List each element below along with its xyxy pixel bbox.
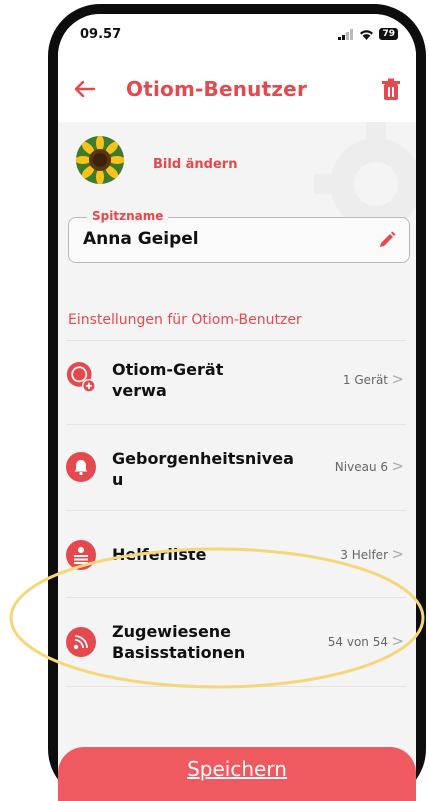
nickname-input[interactable]	[83, 229, 363, 249]
content-area: Bild ändern Spitzname Einstellungen für …	[58, 122, 416, 801]
nickname-label: Spitzname	[87, 209, 169, 223]
chevron-right-icon: >	[391, 457, 404, 475]
settings-item-label-line2: Basisstationen	[112, 643, 246, 662]
chevron-right-icon: >	[391, 370, 404, 388]
base-station-icon	[66, 627, 96, 657]
bell-icon	[66, 452, 96, 482]
settings-item-base-stations[interactable]: Zugewiesene Basisstationen 54 von 54 >	[66, 597, 406, 687]
signal-icon	[338, 28, 354, 40]
status-time: 09.57	[80, 27, 122, 42]
settings-list: Otiom-Gerät verwa 1 Gerät > Geborgenheit…	[58, 340, 416, 687]
status-bar: 09.57 79	[58, 14, 416, 58]
settings-item-label: Helferliste	[112, 544, 317, 565]
status-icons: 79	[338, 28, 398, 40]
battery-indicator: 79	[379, 28, 398, 40]
app-screen: 09.57 79 Otiom-Benutzer Bild ändern Spit…	[58, 14, 416, 801]
settings-section-title: Einstellungen für Otiom-Benutzer	[68, 312, 302, 328]
settings-item-helpers[interactable]: Helferliste 3 Helfer >	[66, 510, 406, 597]
save-button[interactable]: Speichern	[58, 747, 416, 801]
settings-item-security-level[interactable]: Geborgenheitsnivea u Niveau 6 >	[66, 424, 406, 510]
pencil-icon[interactable]	[377, 230, 397, 250]
nickname-field[interactable]: Spitzname	[68, 209, 410, 263]
settings-item-label-line1: Otiom-Gerät	[112, 360, 224, 379]
chevron-right-icon: >	[391, 632, 404, 650]
settings-item-label-line1: Zugewiesene	[112, 622, 232, 641]
settings-item-label-line2: verwa	[112, 381, 167, 400]
helper-list-icon	[66, 540, 96, 570]
settings-item-value: 1 Gerät	[342, 373, 388, 387]
chevron-right-icon: >	[391, 545, 404, 563]
settings-item-label-line1: Helferliste	[112, 545, 207, 564]
settings-item-value: 54 von 54	[327, 635, 388, 649]
wifi-icon	[360, 29, 374, 40]
save-button-label: Speichern	[187, 757, 287, 781]
settings-item-label-line2: u	[112, 470, 124, 489]
change-photo-link[interactable]: Bild ändern	[153, 157, 237, 172]
settings-item-label-line1: Geborgenheitsnivea	[112, 449, 294, 468]
settings-item-label: Zugewiesene Basisstationen	[112, 621, 317, 663]
settings-item-device[interactable]: Otiom-Gerät verwa 1 Gerät >	[66, 340, 406, 424]
settings-item-label: Otiom-Gerät verwa	[112, 359, 317, 401]
sunflower-image	[76, 136, 124, 184]
device-add-icon	[66, 362, 96, 393]
avatar[interactable]	[76, 136, 124, 184]
trash-icon[interactable]	[380, 78, 402, 102]
settings-item-value: 3 Helfer	[340, 548, 388, 562]
back-arrow-icon[interactable]	[72, 76, 98, 102]
settings-item-label: Geborgenheitsnivea u	[112, 448, 317, 490]
app-header: Otiom-Benutzer	[58, 58, 416, 122]
page-title: Otiom-Benutzer	[126, 77, 308, 101]
settings-item-value: Niveau 6	[334, 460, 388, 474]
